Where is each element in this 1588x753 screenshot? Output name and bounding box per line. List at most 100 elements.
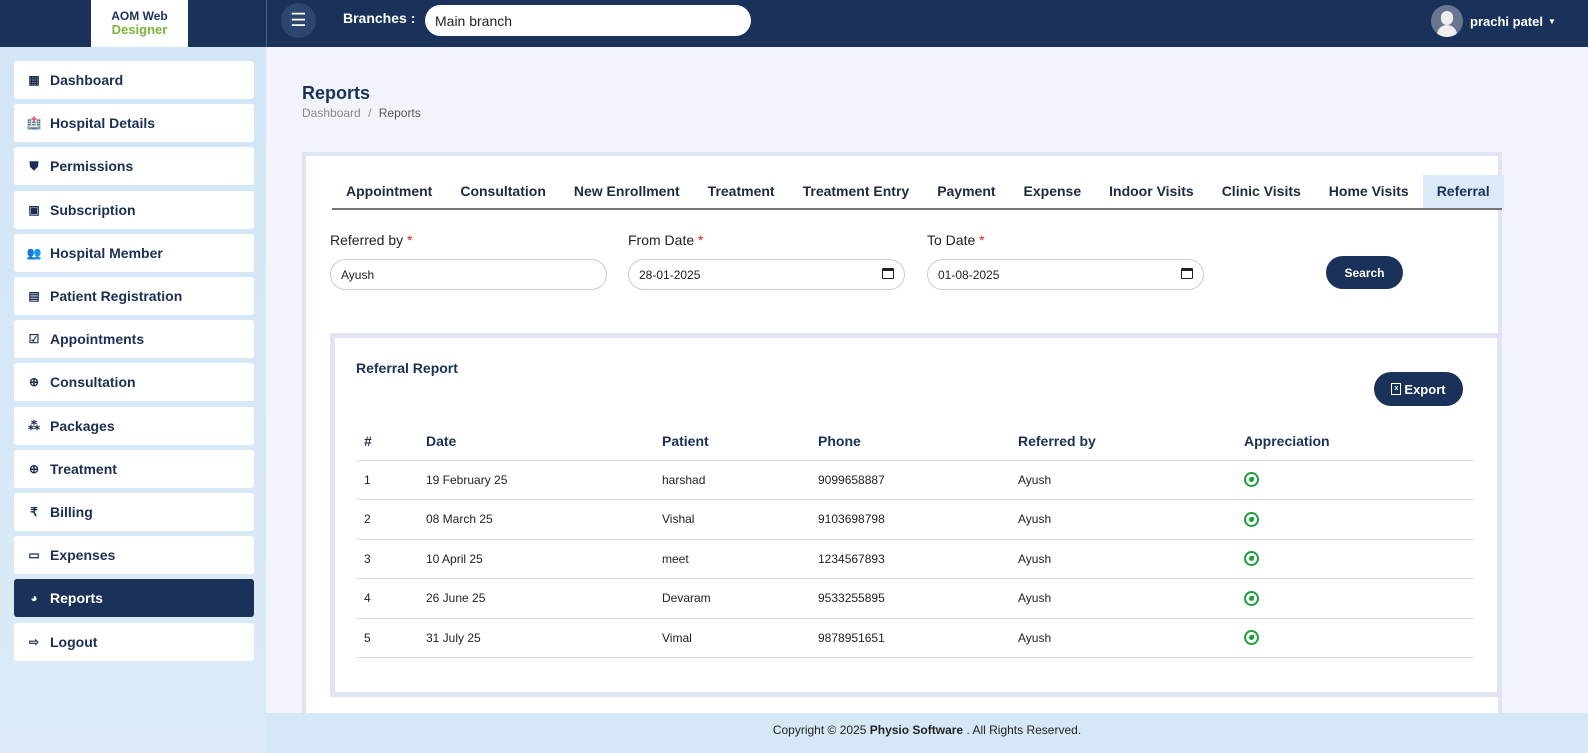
whatsapp-icon[interactable] [1244, 472, 1259, 488]
tab-treatment[interactable]: Treatment [694, 175, 789, 208]
calendar-icon[interactable] [882, 268, 894, 279]
shield-icon: ⛊ [29, 158, 39, 173]
table-cell: 5 [356, 618, 418, 658]
calendar-icon[interactable] [1181, 268, 1193, 279]
sidebar-item-label: Subscription [50, 201, 136, 218]
breadcrumb-dashboard[interactable]: Dashboard [302, 106, 361, 120]
sidebar-item-label: Permissions [50, 158, 134, 175]
excel-file-icon: x [1391, 383, 1402, 395]
whatsapp-icon[interactable] [1244, 511, 1259, 527]
branches-label: Branches : [343, 10, 416, 26]
table-cell: Devaram [654, 578, 810, 619]
user-name: prachi patel [1470, 13, 1543, 29]
whatsapp-icon[interactable] [1244, 630, 1259, 646]
search-button[interactable]: Search [1326, 256, 1403, 289]
from-date-input[interactable]: 28-01-2025 [628, 259, 905, 290]
tab-new-enrollment[interactable]: New Enrollment [560, 175, 694, 208]
table-cell: 3 [356, 539, 418, 579]
table-cell: 2 [356, 499, 418, 540]
table-cell: Ayush [1010, 618, 1236, 658]
table-cell: Ayush [1010, 539, 1236, 579]
table-cell: 10 April 25 [418, 539, 654, 579]
sidebar-item-hospital-details[interactable]: 🏥 Hospital Details [14, 104, 254, 143]
avatar [1431, 5, 1463, 37]
sidebar-item-subscription[interactable]: ▣ Subscription [14, 190, 254, 229]
table-cell: Vimal [654, 618, 810, 658]
sidebar-item-appointments[interactable]: ☑ Appointments [14, 320, 254, 359]
sidebar-item-reports[interactable]: ◕ Reports [14, 579, 254, 618]
logo[interactable]: AOM Web Designer [91, 0, 188, 47]
sidebar-item-permissions[interactable]: ⛊ Permissions [14, 147, 254, 186]
sidebar-item-label: Patient Registration [50, 288, 183, 304]
sidebar-item-expenses[interactable]: ▭ Expenses [14, 536, 254, 575]
whatsapp-icon[interactable] [1244, 551, 1259, 567]
table-cell: harshad [654, 460, 810, 500]
tab-clinic-visits[interactable]: Clinic Visits [1208, 175, 1315, 208]
users-icon: 👥 [26, 245, 42, 260]
tab-payment[interactable]: Payment [923, 175, 1009, 208]
table-row: 3 10 April 25 meet 1234567893 Ayush [356, 539, 1474, 579]
from-date-label: From Date * [628, 232, 704, 248]
whatsapp-icon[interactable] [1244, 590, 1259, 606]
table-cell: 9878951651 [810, 618, 1010, 658]
table-cell: 1 [356, 460, 418, 500]
wallet-icon: ▭ [28, 548, 40, 563]
sidebar-item-treatment[interactable]: ⊕ Treatment [14, 449, 254, 488]
sidebar-item-hospital-member[interactable]: 👥 Hospital Member [14, 233, 254, 272]
tab-referral[interactable]: Referral [1422, 175, 1504, 208]
tab-appointment[interactable]: Appointment [332, 175, 446, 208]
sidebar-item-logout[interactable]: ⇨ Logout [14, 622, 254, 661]
sidebar-item-label: Dashboard [50, 72, 124, 88]
pie-chart-icon: ◕ [30, 591, 38, 606]
logout-icon: ⇨ [28, 634, 40, 649]
id-card-icon: ▤ [28, 289, 40, 303]
tab-home-visits[interactable]: Home Visits [1315, 175, 1423, 208]
table-cell: meet [654, 539, 810, 579]
table-cell: 1234567893 [810, 539, 1010, 579]
boxes-icon: ⁂ [28, 418, 40, 433]
hospital-icon: 🏥 [26, 116, 42, 131]
divider [266, 0, 267, 47]
branch-select[interactable] [425, 5, 751, 36]
sidebar-item-label: Expenses [50, 547, 116, 564]
table-cell: Ayush [1010, 578, 1236, 619]
sidebar-item-billing[interactable]: ₹ Billing [14, 493, 254, 531]
plus-circle-icon: ⊕ [28, 375, 40, 390]
sidebar-item-label: Consultation [50, 374, 136, 391]
sidebar-item-label: Reports [50, 590, 103, 607]
tab-consultation[interactable]: Consultation [446, 175, 560, 208]
column-header: Date [418, 422, 654, 461]
tab-expense[interactable]: Expense [1010, 175, 1096, 208]
sidebar-item-consultation[interactable]: ⊕ Consultation [14, 363, 254, 402]
sidebar-item-dashboard[interactable]: ▦ Dashboard [14, 61, 254, 99]
table-cell: 19 February 25 [418, 460, 654, 500]
table-cell: Vishal [654, 499, 810, 540]
report-tabs: Appointment Consultation New Enrollment Tre… [332, 175, 1504, 210]
sidebar-item-label: Logout [50, 633, 98, 650]
sidebar: ▦ Dashboard 🏥 Hospital Details ⛊ Permissions ▣… [0, 47, 266, 753]
sidebar-item-label: Treatment [50, 460, 117, 477]
tab-treatment-entry[interactable]: Treatment Entry [789, 175, 924, 208]
user-menu[interactable]: prachi patel ▼ [1431, 5, 1556, 37]
breadcrumb-separator: / [368, 106, 372, 120]
sidebar-item-patient-registration[interactable]: ▤ Patient Registration [14, 277, 254, 315]
plus-circle-icon: ⊕ [28, 461, 40, 476]
table-cell: 4 [356, 578, 418, 619]
table-row: 2 08 March 25 Vishal 9103698798 Ayush [356, 499, 1474, 540]
to-date-input[interactable]: 01-08-2025 [927, 259, 1204, 290]
appreciation-cell [1236, 460, 1474, 500]
referred-by-input[interactable]: Ayush [330, 259, 607, 290]
menu-toggle-icon[interactable]: ☰ [281, 3, 316, 38]
logo-text: Designer [111, 22, 168, 37]
sidebar-item-packages[interactable]: ⁂ Packages [14, 406, 254, 445]
appreciation-cell [1236, 539, 1474, 579]
column-header: Patient [654, 422, 810, 461]
table-cell: Ayush [1010, 499, 1236, 540]
tab-indoor-visits[interactable]: Indoor Visits [1095, 175, 1208, 208]
reports-card: Appointment Consultation New Enrollment Tre… [302, 152, 1504, 722]
column-header: Phone [810, 422, 1010, 461]
export-button[interactable]: x Export [1374, 372, 1463, 406]
top-bar: AOM Web Designer ☰ Branches : prachi pat… [0, 0, 1588, 47]
column-header: Referred by [1010, 422, 1236, 461]
sidebar-item-label: Hospital Details [50, 115, 156, 132]
